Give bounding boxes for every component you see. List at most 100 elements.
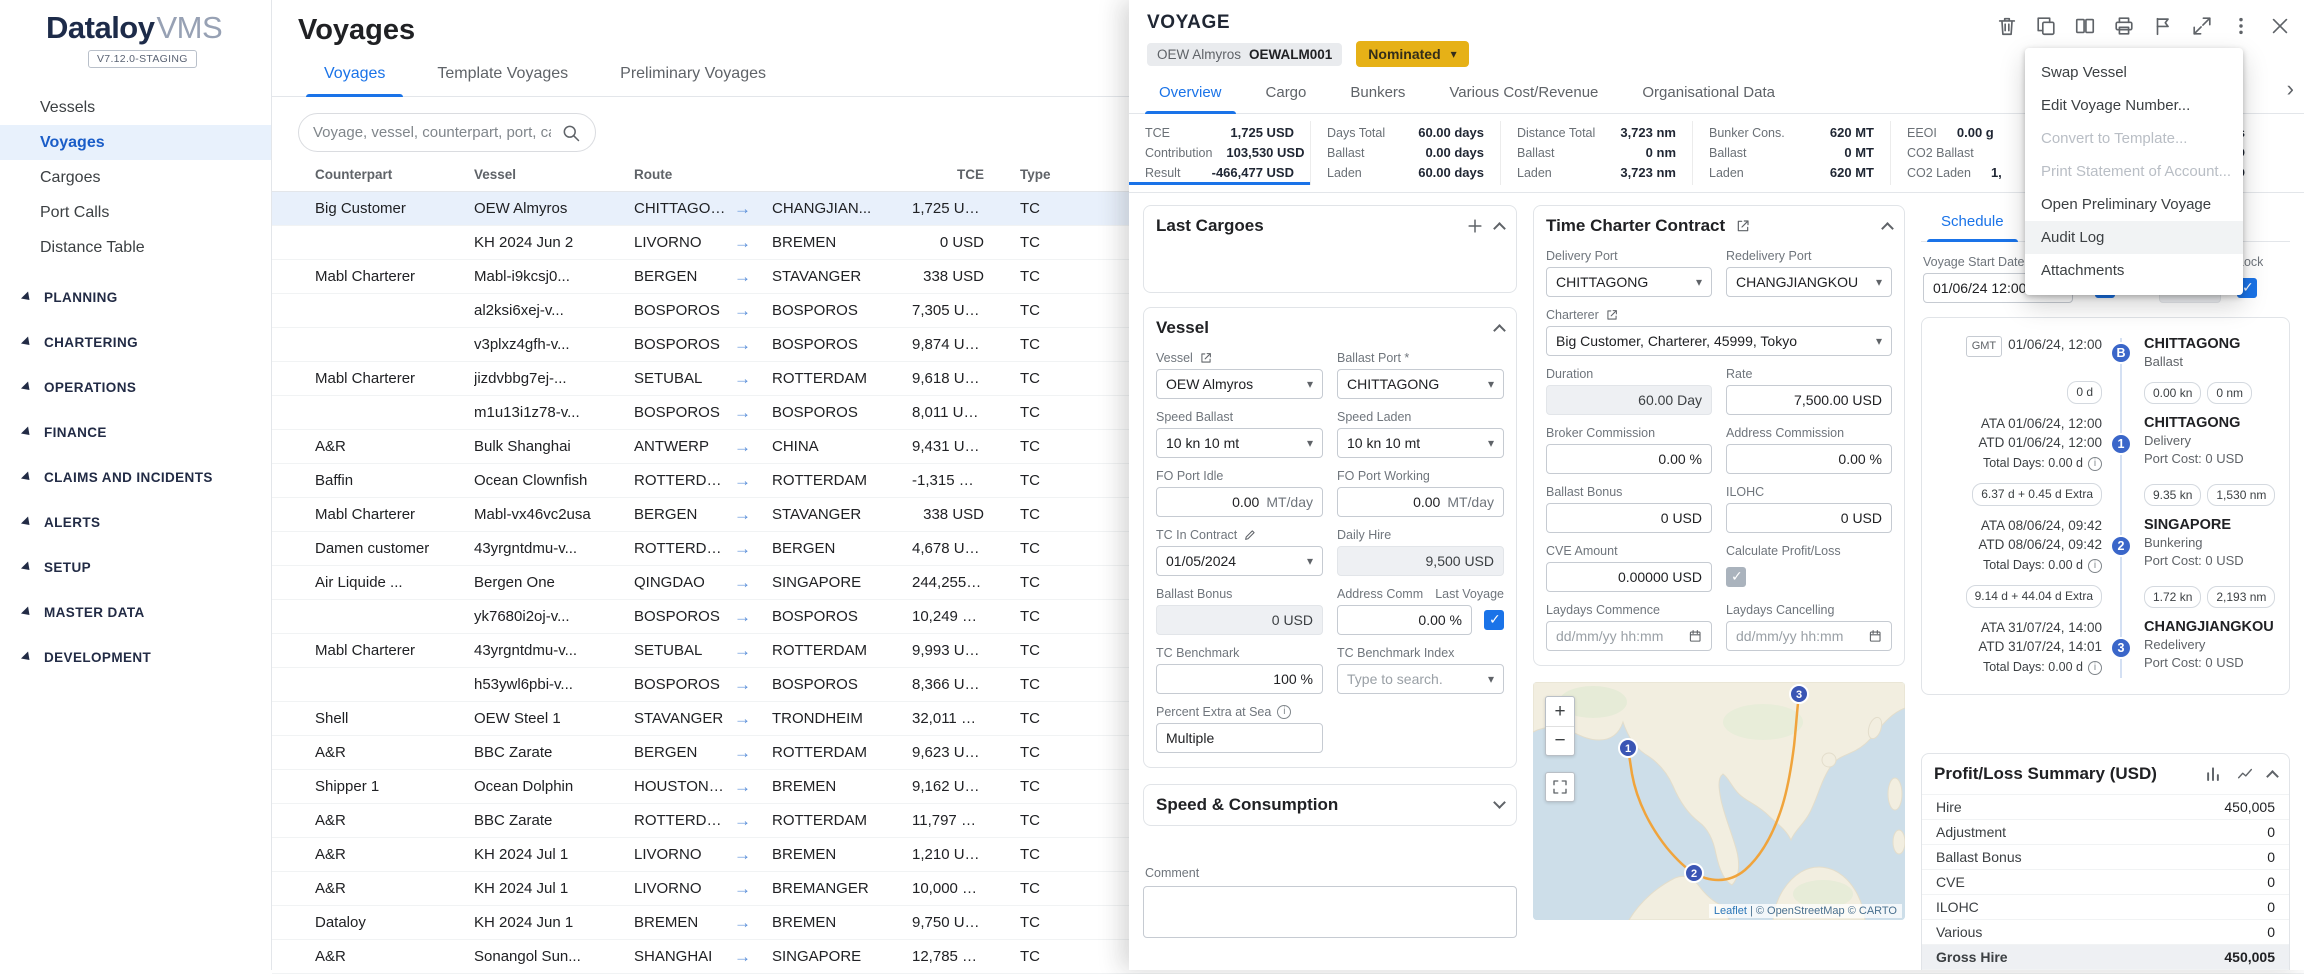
search-input[interactable] <box>313 124 551 141</box>
sidebar-item[interactable]: Voyages <box>0 125 271 160</box>
speed-ballast-select[interactable]: 10 kn 10 mt <box>1156 428 1323 458</box>
voyage-search[interactable] <box>298 113 596 152</box>
leaflet-link[interactable]: Leaflet <box>1714 905 1747 917</box>
schedule-tab[interactable]: Schedule <box>1921 205 2024 241</box>
zoom-in-button[interactable]: + <box>1546 697 1574 726</box>
external-link-icon[interactable] <box>1735 218 1751 234</box>
panel-tab[interactable]: Various Cost/Revenue <box>1427 75 1620 113</box>
tabs-overflow-chevron-icon[interactable]: › <box>2287 76 2294 102</box>
print-button[interactable] <box>2112 14 2136 38</box>
calculate-profit-loss-checkbox[interactable] <box>1726 567 1746 587</box>
add-cargo-button[interactable] <box>1465 216 1485 236</box>
sidebar-item[interactable]: Vessels <box>0 90 271 125</box>
delete-button[interactable] <box>1995 14 2019 38</box>
main-tab[interactable]: Preliminary Voyages <box>594 55 792 96</box>
route-map[interactable]: 1 2 3 + − <box>1533 682 1905 920</box>
last-voyage-checkbox[interactable] <box>1484 610 1504 630</box>
collapse-chevron-icon[interactable] <box>2266 770 2279 783</box>
flag-button[interactable] <box>2151 14 2175 38</box>
sidebar-item[interactable]: Distance Table <box>0 230 271 265</box>
duration-input[interactable] <box>1546 385 1712 415</box>
collapse-chevron-icon[interactable] <box>1493 222 1506 235</box>
sidebar-section[interactable]: SETUP <box>0 545 271 590</box>
menu-item[interactable]: Swap Vessel <box>2025 56 2243 89</box>
zoom-out-button[interactable]: − <box>1546 726 1574 755</box>
schedule-port-call[interactable]: ATA 31/07/24, 14:00 ATD 31/07/24, 14:01 … <box>1930 613 2281 682</box>
column-header-type[interactable]: Type <box>992 167 1080 182</box>
panel-tab[interactable]: Bunkers <box>1328 75 1427 113</box>
info-icon[interactable]: i <box>2088 457 2102 471</box>
search-icon[interactable] <box>561 123 581 143</box>
address-comm-input[interactable] <box>1337 605 1472 635</box>
sidebar-section[interactable]: CHARTERING <box>0 320 271 365</box>
more-button[interactable] <box>2229 14 2253 38</box>
bar-chart-icon[interactable] <box>2204 765 2222 783</box>
map-marker[interactable]: 1 <box>1619 739 1637 757</box>
kpi-card[interactable]: Days Total60.00 days Ballast0.00 days La… <box>1311 121 1501 185</box>
info-icon[interactable]: i <box>2088 559 2102 573</box>
daily-hire-input[interactable] <box>1337 546 1504 576</box>
edit-icon[interactable] <box>1243 528 1257 542</box>
panel-tab[interactable]: Cargo <box>1244 75 1329 113</box>
collapse-chevron-icon[interactable] <box>1493 324 1506 337</box>
tc-in-contract-select[interactable]: 01/05/2024 <box>1156 546 1323 576</box>
sidebar-section[interactable]: CLAIMS AND INCIDENTS <box>0 455 271 500</box>
column-header-vessel[interactable]: Vessel <box>474 167 634 182</box>
copy-button[interactable] <box>2034 14 2058 38</box>
kpi-card[interactable]: Distance Total3,723 nm Ballast0 nm Laden… <box>1501 121 1693 185</box>
cve-amount-input[interactable] <box>1546 562 1712 592</box>
kpi-card[interactable]: TCE1,725 USD Contribution103,530 USD Res… <box>1129 121 1311 185</box>
sidebar-item[interactable]: Cargoes <box>0 160 271 195</box>
delivery-port-select[interactable]: CHITTAGONG <box>1546 267 1712 297</box>
close-button[interactable] <box>2268 14 2292 38</box>
column-header-tce[interactable]: TCE <box>912 167 992 182</box>
line-chart-icon[interactable] <box>2236 765 2254 783</box>
schedule-port-call[interactable]: ATA 01/06/24, 12:00 ATD 01/06/24, 12:00 … <box>1930 409 2281 478</box>
menu-item[interactable]: Print Statement of Account... <box>2025 155 2243 188</box>
percent-extra-input[interactable] <box>1156 723 1323 753</box>
sidebar-section[interactable]: DEVELOPMENT <box>0 635 271 680</box>
tc-benchmark-input[interactable] <box>1156 664 1323 694</box>
schedule-port-call[interactable]: ATA 08/06/24, 09:42 ATD 08/06/24, 09:42 … <box>1930 511 2281 580</box>
charterer-select[interactable]: Big Customer, Charterer, 45999, Tokyo <box>1546 326 1892 356</box>
expand-chevron-icon[interactable] <box>1493 796 1506 809</box>
sidebar-section[interactable]: ALERTS <box>0 500 271 545</box>
external-link-icon[interactable] <box>1605 308 1619 322</box>
main-tab[interactable]: Voyages <box>298 55 411 96</box>
sidebar-section[interactable]: PLANNING <box>0 275 271 320</box>
calendar-icon[interactable] <box>1688 628 1702 644</box>
column-header-counterpart[interactable]: Counterpart <box>315 167 474 182</box>
collapse-chevron-icon[interactable] <box>1881 222 1894 235</box>
laydays-cancelling-input[interactable] <box>1726 621 1892 651</box>
fo-port-working-input[interactable]: MT/day <box>1337 487 1504 517</box>
vessel-select[interactable]: OEW Almyros <box>1156 369 1323 399</box>
redelivery-port-select[interactable]: CHANGJIANGKOU <box>1726 267 1892 297</box>
main-tab[interactable]: Template Voyages <box>411 55 594 96</box>
column-header-route[interactable]: Route <box>634 167 734 182</box>
menu-item[interactable]: Convert to Template... <box>2025 122 2243 155</box>
expand-button[interactable] <box>2190 14 2214 38</box>
broker-commission-input[interactable] <box>1546 444 1712 474</box>
sidebar-section[interactable]: MASTER DATA <box>0 590 271 635</box>
menu-item[interactable]: Audit Log <box>2025 221 2243 254</box>
voyage-status-select[interactable]: Nominated <box>1356 41 1468 67</box>
kpi-card[interactable]: Bunker Cons.620 MT Ballast0 MT Laden620 … <box>1693 121 1891 185</box>
panel-tab[interactable]: Overview <box>1137 75 1244 113</box>
panel-tab[interactable]: Organisational Data <box>1620 75 1797 113</box>
sidebar-section[interactable]: OPERATIONS <box>0 365 271 410</box>
map-marker[interactable]: 3 <box>1790 685 1808 703</box>
compare-button[interactable] <box>2073 14 2097 38</box>
speed-laden-select[interactable]: 10 kn 10 mt <box>1337 428 1504 458</box>
menu-item[interactable]: Edit Voyage Number... <box>2025 89 2243 122</box>
tc-benchmark-index-select[interactable]: Type to search. <box>1337 664 1504 694</box>
schedule-start-entry[interactable]: GMT01/06/24, 12:00 B CHITTAGONG Ballast <box>1930 330 2281 376</box>
menu-item[interactable]: Open Preliminary Voyage <box>2025 188 2243 221</box>
tcc-ballast-bonus-input[interactable] <box>1546 503 1712 533</box>
ballast-bonus-input[interactable] <box>1156 605 1323 635</box>
fo-port-idle-input[interactable]: MT/day <box>1156 487 1323 517</box>
address-commission-input[interactable] <box>1726 444 1892 474</box>
calendar-icon[interactable] <box>1868 628 1882 644</box>
map-marker[interactable]: 2 <box>1685 864 1703 882</box>
ilohc-input[interactable] <box>1726 503 1892 533</box>
sidebar-section[interactable]: FINANCE <box>0 410 271 455</box>
